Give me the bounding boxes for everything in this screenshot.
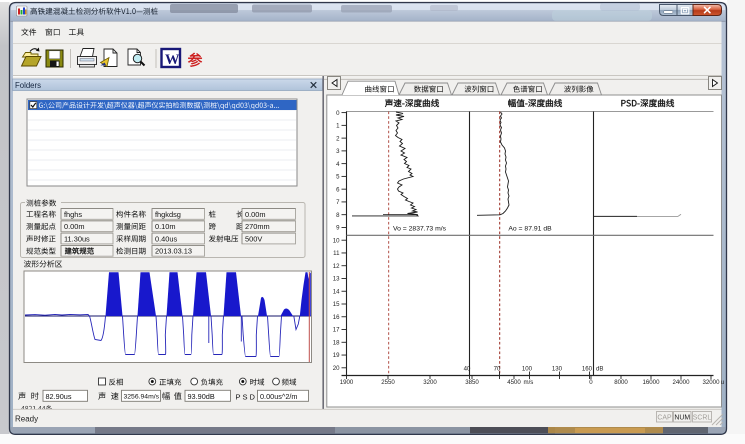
svg-text:16000: 16000 bbox=[643, 379, 661, 386]
svg-text:160: 160 bbox=[582, 366, 593, 373]
svg-text:0.10m: 0.10m bbox=[155, 222, 176, 231]
svg-text:8000: 8000 bbox=[614, 379, 628, 386]
svg-text:70: 70 bbox=[494, 366, 501, 373]
svg-text:10: 10 bbox=[333, 237, 340, 244]
svg-text:P S D: P S D bbox=[236, 393, 256, 402]
svg-text:Folders: Folders bbox=[15, 81, 41, 90]
svg-text:4500: 4500 bbox=[507, 379, 521, 386]
svg-text:2013.03.13: 2013.03.13 bbox=[155, 247, 192, 256]
svg-text:17: 17 bbox=[333, 327, 340, 334]
svg-text:18: 18 bbox=[333, 339, 340, 346]
svg-text:fhgkdsg: fhgkdsg bbox=[155, 210, 181, 219]
svg-text:16: 16 bbox=[333, 314, 340, 321]
svg-text:24000: 24000 bbox=[673, 379, 691, 386]
svg-text:Ready: Ready bbox=[15, 415, 38, 424]
svg-text:0.00us^2/m: 0.00us^2/m bbox=[260, 392, 298, 401]
svg-text:3256.94m/s: 3256.94m/s bbox=[124, 394, 160, 401]
svg-text:0.00m: 0.00m bbox=[245, 210, 266, 219]
svg-text:CAP: CAP bbox=[657, 415, 672, 422]
svg-text:0.40us: 0.40us bbox=[155, 234, 177, 243]
svg-text:19: 19 bbox=[333, 352, 340, 359]
svg-text:Ao = 87.91 dB: Ao = 87.91 dB bbox=[508, 226, 552, 233]
svg-text:93.90dB: 93.90dB bbox=[188, 392, 215, 401]
svg-text:11.30us: 11.30us bbox=[64, 234, 90, 243]
svg-text:20: 20 bbox=[333, 365, 340, 372]
svg-text:fhghs: fhghs bbox=[64, 210, 82, 219]
svg-text:270mm: 270mm bbox=[245, 222, 270, 231]
svg-text:14: 14 bbox=[333, 288, 340, 295]
svg-text:2550: 2550 bbox=[381, 379, 395, 386]
svg-text:32000: 32000 bbox=[703, 379, 721, 386]
svg-text:NUM: NUM bbox=[674, 415, 690, 422]
svg-text:12: 12 bbox=[333, 263, 340, 270]
svg-text:0.00m: 0.00m bbox=[64, 222, 85, 231]
svg-text:u: u bbox=[721, 379, 724, 386]
svg-text:m/s: m/s bbox=[524, 379, 534, 386]
svg-text:15: 15 bbox=[333, 301, 340, 308]
svg-text:W: W bbox=[165, 52, 180, 68]
svg-text:130: 130 bbox=[552, 366, 563, 373]
svg-text:dB: dB bbox=[596, 366, 603, 373]
svg-text:SCRL: SCRL bbox=[693, 415, 712, 422]
svg-text:1900: 1900 bbox=[340, 379, 354, 386]
svg-text:Vo = 2837.73 m/s: Vo = 2837.73 m/s bbox=[393, 226, 447, 233]
svg-text:500V: 500V bbox=[245, 234, 262, 243]
svg-text:3200: 3200 bbox=[423, 379, 437, 386]
svg-text:82.90us: 82.90us bbox=[46, 392, 72, 401]
svg-text:13: 13 bbox=[333, 276, 340, 283]
svg-text:100: 100 bbox=[522, 366, 533, 373]
svg-text:11: 11 bbox=[333, 250, 340, 257]
svg-text:40: 40 bbox=[464, 366, 471, 373]
svg-text:3850: 3850 bbox=[465, 379, 479, 386]
